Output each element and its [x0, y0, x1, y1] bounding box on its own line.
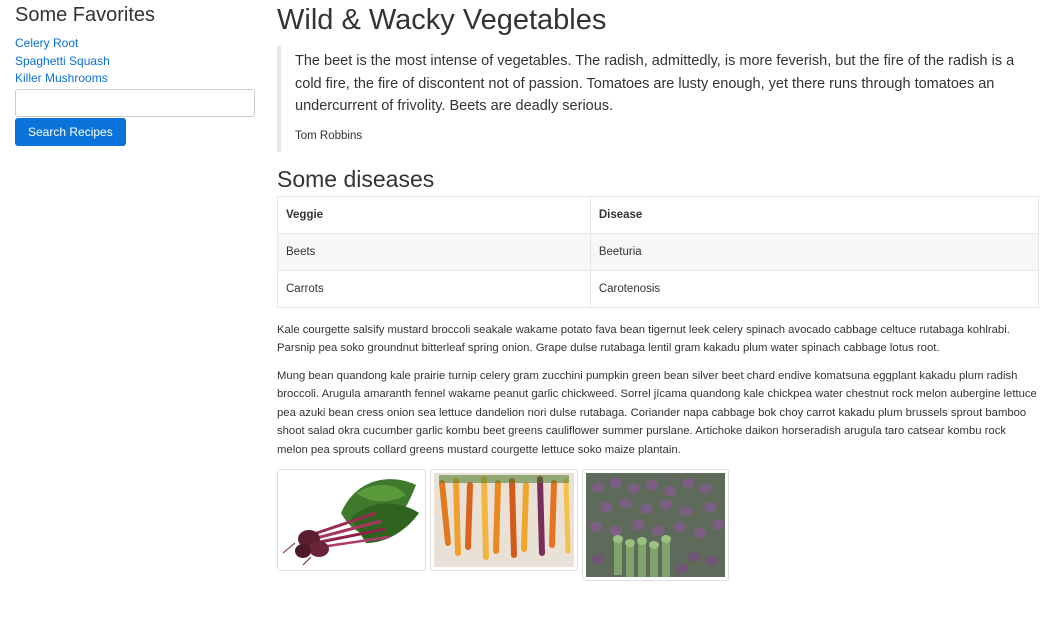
carrots-photo [434, 473, 574, 567]
search-recipes-button[interactable]: Search Recipes [15, 117, 126, 146]
table-cell: Carotenosis [589, 269, 1040, 308]
favorite-link-celery-root[interactable]: Celery Root [15, 36, 78, 50]
list-item: Killer Mushrooms [15, 70, 255, 88]
diseases-table: Veggie Disease Beets Beeturia Carrots Ca… [277, 195, 1040, 308]
asparagus-image [582, 469, 729, 581]
page-title: Wild & Wacky Vegetables [277, 4, 607, 36]
table-header-row: Veggie Disease [277, 195, 1040, 234]
blockquote: The beet is the most intense of vegetabl… [277, 46, 1039, 152]
diseases-heading: Some diseases [277, 165, 435, 192]
quote-text: The beet is the most intense of vegetabl… [295, 53, 1015, 114]
carrots-image [430, 469, 578, 571]
table-cell: Beets [277, 232, 591, 271]
table-cell: Beeturia [589, 232, 1040, 271]
list-item: Spaghetti Squash [15, 53, 255, 71]
column-header-disease: Disease [589, 195, 1040, 234]
table-row: Carrots Carotenosis [277, 269, 1040, 308]
list-item: Celery Root [15, 35, 255, 53]
image-gallery [277, 469, 1039, 581]
favorite-link-killer-mushrooms[interactable]: Killer Mushrooms [15, 71, 108, 85]
beets-photo [281, 473, 422, 567]
favorite-link-spaghetti-squash[interactable]: Spaghetti Squash [15, 54, 110, 68]
sidebar-heading: Some Favorites [15, 4, 156, 26]
table-row: Beets Beeturia [277, 232, 1040, 271]
table-cell: Carrots [277, 269, 591, 308]
paragraph: Mung bean quandong kale prairie turnip c… [277, 369, 1037, 456]
column-header-veggie: Veggie [277, 195, 591, 234]
main-content: Wild & Wacky Vegetables The beet is the … [277, 0, 1040, 581]
asparagus-photo [586, 473, 725, 577]
favorites-list: Celery Root Spaghetti Squash Killer Mush… [15, 35, 255, 88]
beets-image [277, 469, 426, 571]
search-input[interactable] [15, 88, 255, 117]
paragraph: Kale courgette salsify mustard broccoli … [277, 323, 1010, 355]
quote-author: Tom Robbins [295, 129, 363, 142]
sidebar: Some Favorites Celery Root Spaghetti Squ… [15, 0, 255, 146]
